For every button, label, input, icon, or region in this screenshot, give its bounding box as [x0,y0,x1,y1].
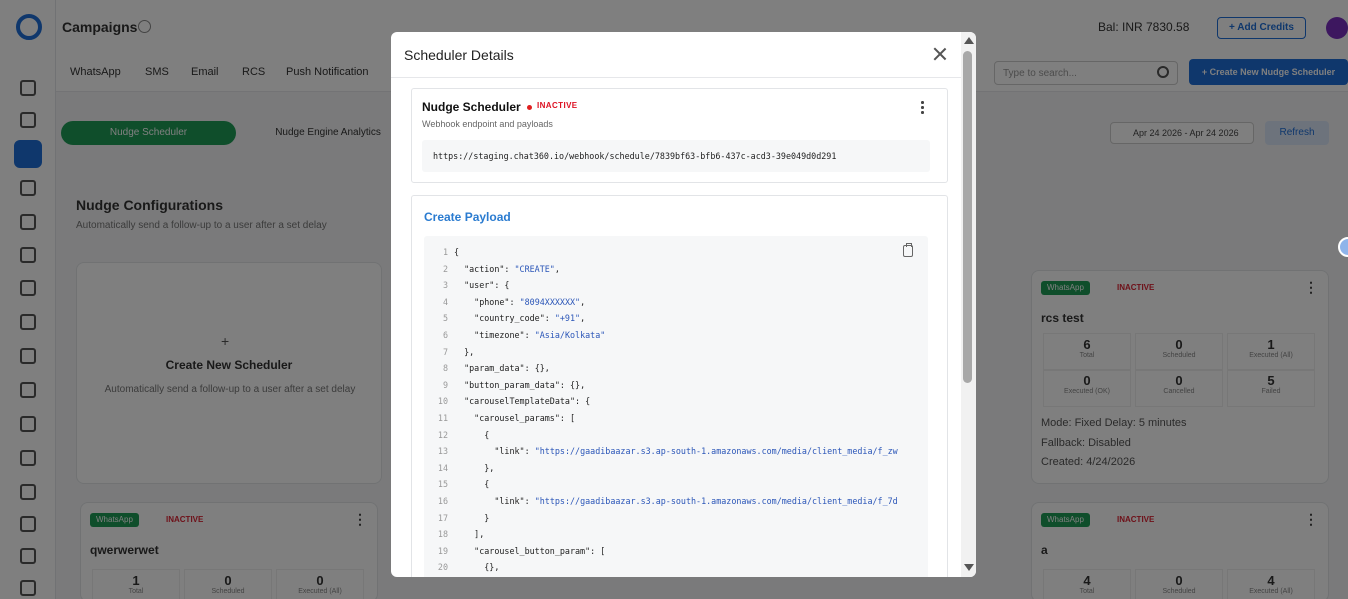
code-token: "button_param_data": [454,379,570,390]
code-token: "https://gaadibaazar.s3.ap-south-1.amazo… [534,496,898,506]
code-token: "+91" [554,313,581,324]
code-token: "carousel_button_param": [454,545,601,556]
code-line: 9 "button_param_data": {}, [424,377,585,394]
line-number: 18 [437,529,448,540]
code-line: 11 "carousel_params": [ [424,410,575,427]
code-token: "Asia/Kolkata" [534,330,606,340]
scroll-up-icon[interactable] [964,37,974,44]
status-badge: INACTIVE [537,101,578,110]
scroll-down-icon[interactable] [964,564,974,571]
line-number: 19 [437,545,448,556]
code-token: { [454,479,490,490]
code-token: { [454,247,460,257]
line-number: 15 [437,479,448,490]
code-line: 1{ [424,244,459,261]
code-line: 15 { [424,476,489,493]
code-block[interactable]: 1{2 "action": "CREATE", 3 "user": {4 "pho… [424,236,928,577]
code-line: 13 "link": "https://gaadibaazar.s3.ap-so… [424,443,898,460]
scheduler-subtitle: Webhook endpoint and payloads [422,119,553,129]
code-token: "param_data": [454,363,535,374]
code-line: 18 ], [424,526,484,543]
code-token: "phone": [454,296,520,307]
code-token: { [454,429,490,440]
line-number: 16 [437,496,448,506]
code-token: "user": [454,280,505,291]
code-token: }, [454,462,495,473]
line-number: 1 [442,247,448,257]
scheduler-endpoint-box: Nudge Scheduler INACTIVE Webhook endpoin… [411,88,948,183]
webhook-url[interactable]: https://staging.chat360.io/webhook/sched… [422,140,930,172]
line-number: 20 [437,562,448,573]
code-token: ], [454,529,485,540]
line-number: 17 [437,512,448,523]
code-token: {}, [534,363,550,374]
code-line: 7 }, [424,344,474,361]
line-number: 9 [442,379,448,390]
code-line: 2 "action": "CREATE", [424,261,560,278]
code-line: 16 "link": "https://gaadibaazar.s3.ap-so… [424,493,898,510]
code-token: { [585,396,591,407]
code-token: "link": [454,496,535,506]
line-number: 10 [437,396,448,407]
code-token: "8094XXXXXX" [519,296,581,307]
code-token: , [580,296,586,307]
code-token: "action": [454,263,515,274]
code-line: 14 }, [424,460,494,477]
code-token: { [504,280,510,291]
code-line: 12 { [424,427,489,444]
status-dot-icon [527,105,532,110]
code-token: "https://gaadibaazar.s3.ap-south-1.amazo… [534,446,898,457]
modal-header: Scheduler Details [391,32,976,78]
code-line: 20 {}, [424,559,499,576]
code-token: {}, [569,379,586,390]
line-number: 3 [442,280,448,291]
code-token: [ [569,413,576,423]
line-number: 5 [442,313,448,324]
code-token: "timezone": [454,330,535,340]
code-token: } [454,512,490,523]
line-number: 8 [442,363,448,374]
code-token: {}, [454,562,500,573]
code-token: [ [600,545,606,556]
line-number: 2 [442,263,448,274]
code-line: 5 "country_code": "+91", [424,310,585,327]
code-token: "carousel_params": [454,413,570,423]
code-line: 6 "timezone": "Asia/Kolkata" [424,327,605,344]
copy-icon[interactable] [903,243,913,257]
scheduler-name: Nudge Scheduler [422,100,521,114]
line-number: 13 [437,446,448,457]
more-options-icon[interactable] [917,99,927,115]
code-token: }, [454,346,475,357]
code-line: 19 "carousel_button_param": [ [424,543,605,560]
line-number: 4 [442,296,448,307]
code-line: 8 "param_data": {}, [424,360,550,377]
code-token: "country_code": [454,313,555,324]
code-line: 10 "carouselTemplateData": { [424,393,590,410]
scrollbar-thumb[interactable] [963,51,972,383]
line-number: 7 [442,346,448,357]
modal-title: Scheduler Details [404,47,514,63]
line-number: 14 [437,462,448,473]
line-number: 6 [442,330,448,340]
payload-title: Create Payload [424,210,511,224]
code-token: "link": [454,446,535,457]
code-token: , [580,313,586,324]
code-line: 3 "user": { [424,277,510,294]
scheduler-details-modal: Scheduler Details Nudge Scheduler INACTI… [391,32,976,577]
code-token: "carouselTemplateData": [454,396,586,407]
close-icon[interactable] [932,46,948,62]
create-payload-box: Create Payload 1{2 "action": "CREATE", 3 … [411,195,948,577]
code-token: , [554,263,560,274]
code-line: 17 } [424,510,489,527]
code-token: "CREATE" [514,263,555,274]
code-line: 4 "phone": "8094XXXXXX", [424,294,585,311]
line-number: 12 [437,429,448,440]
line-number: 11 [437,413,448,423]
